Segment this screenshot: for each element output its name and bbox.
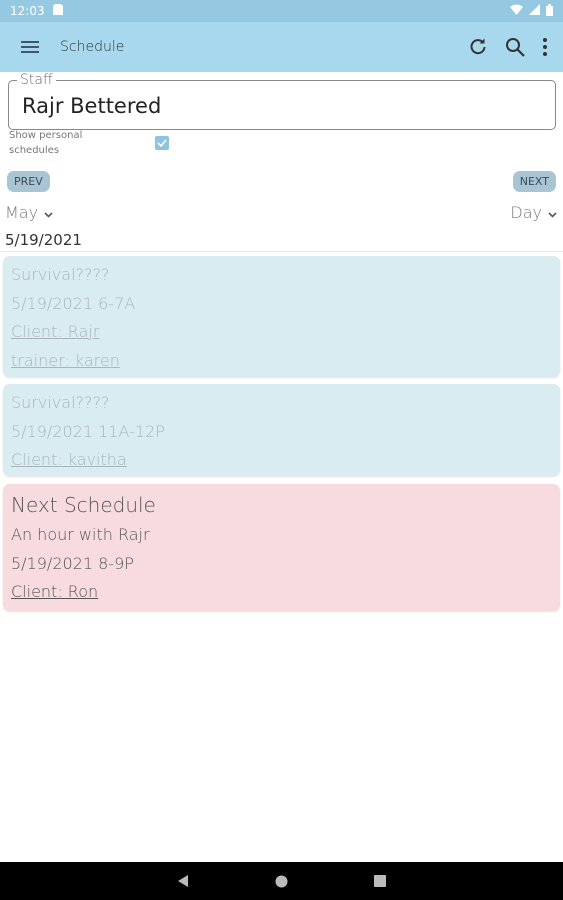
recents-icon[interactable] <box>374 875 386 887</box>
schedule-client-link[interactable]: Client: kavitha <box>11 446 552 475</box>
staff-field[interactable]: Staff Rajr Bettered <box>8 72 556 130</box>
schedule-title: Next Schedule <box>11 493 156 517</box>
month-value: May <box>5 203 39 222</box>
chevron-down-icon <box>44 203 53 222</box>
chevron-down-icon <box>548 203 557 222</box>
schedule-client-link[interactable]: Client: Ron <box>11 578 552 607</box>
schedule-time: 5/19/2021 6-7A <box>11 293 136 313</box>
wifi-icon <box>510 4 523 18</box>
schedule-subtitle: An hour with Rajr <box>11 525 150 544</box>
schedule-trainer-link[interactable]: trainer: karen <box>11 347 552 376</box>
app-bar: Schedule <box>0 22 563 72</box>
view-dropdown[interactable]: Day <box>510 203 557 222</box>
checkmark-icon <box>157 139 167 147</box>
home-icon[interactable] <box>275 875 288 888</box>
divider <box>0 251 563 252</box>
battery-icon <box>546 3 553 19</box>
status-bar: 12:03 <box>0 0 563 22</box>
status-time: 12:03 <box>10 4 45 18</box>
sd-card-icon <box>52 4 63 18</box>
back-icon[interactable] <box>177 874 189 888</box>
prev-button[interactable]: PREV <box>7 171 50 192</box>
show-personal-checkbox[interactable] <box>155 136 169 150</box>
search-icon[interactable] <box>505 37 525 57</box>
menu-icon[interactable] <box>0 41 60 53</box>
next-button[interactable]: NEXT <box>512 171 556 192</box>
staff-value[interactable]: Rajr Bettered <box>22 94 161 118</box>
schedule-client-link[interactable]: Client: Rajr <box>11 318 552 347</box>
schedule-title: Survival???? <box>11 265 110 284</box>
view-value: Day <box>510 203 542 222</box>
show-personal-label: Show personal schedules <box>9 130 83 156</box>
month-dropdown[interactable]: May <box>5 203 53 222</box>
schedule-time: 5/19/2021 8-9P <box>11 553 134 573</box>
page-title: Schedule <box>60 39 125 55</box>
schedule-card[interactable]: Survival???? 5/19/2021 6-7A Client: Rajr… <box>3 256 560 377</box>
signal-icon <box>529 4 540 18</box>
schedule-time: 5/19/2021 11A-12P <box>11 421 165 441</box>
more-options-icon[interactable] <box>543 38 547 56</box>
schedule-card[interactable]: Survival???? 5/19/2021 11A-12P Client: k… <box>3 384 560 476</box>
refresh-icon[interactable] <box>469 38 487 56</box>
staff-label: Staff <box>17 72 56 88</box>
system-nav-bar <box>0 862 563 900</box>
current-date: 5/19/2021 <box>5 231 82 249</box>
next-schedule-card[interactable]: Next Schedule An hour with Rajr 5/19/202… <box>3 484 560 611</box>
schedule-title: Survival???? <box>11 393 110 412</box>
